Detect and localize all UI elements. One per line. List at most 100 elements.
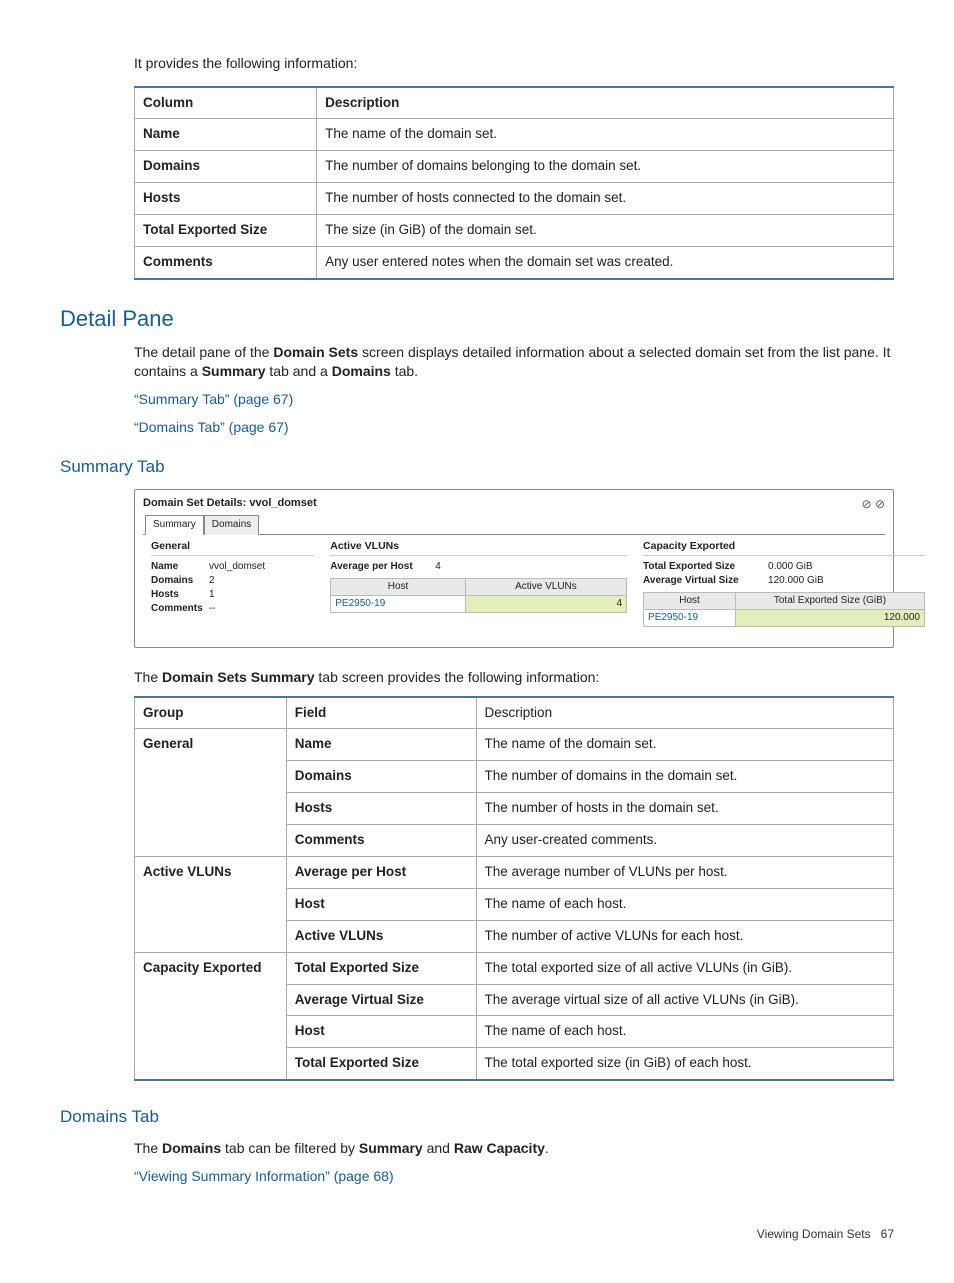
cell-desc: The name of each host. — [476, 1016, 893, 1048]
text-bold: Domains — [332, 363, 391, 379]
cell-value: 120.000 — [736, 609, 925, 626]
cell-group: Capacity Exported — [135, 952, 287, 1080]
footer-page-number: 67 — [881, 1227, 894, 1241]
text: . — [545, 1140, 549, 1156]
cell-desc: The name of each host. — [476, 888, 893, 920]
cell-field: Name — [286, 729, 476, 761]
text-bold: Summary — [359, 1140, 423, 1156]
value: 0.000 GiB — [768, 560, 812, 574]
cell-group: General — [135, 729, 287, 857]
header-description: Description — [476, 697, 893, 729]
header-field: Field — [286, 697, 476, 729]
detail-pane-paragraph: The detail pane of the Domain Sets scree… — [134, 343, 894, 382]
summary-table-intro: The Domain Sets Summary tab screen provi… — [134, 668, 894, 688]
cell-desc: The number of domains in the domain set. — [476, 761, 893, 793]
text: tab and a — [266, 363, 332, 379]
cell-group: Active VLUNs — [135, 857, 287, 953]
capacity-exported-panel: Capacity Exported Total Exported Size0.0… — [635, 539, 933, 627]
th-host[interactable]: Host — [331, 578, 466, 595]
cell-desc: Any user entered notes when the domain s… — [317, 247, 894, 279]
header-column: Column — [135, 87, 317, 119]
general-panel: General Namevvol_domset Domains2 Hosts1 … — [143, 539, 322, 627]
tab-summary[interactable]: Summary — [145, 515, 204, 535]
value: vvol_domset — [209, 560, 265, 574]
label: Total Exported Size — [643, 560, 768, 574]
header-group: Group — [135, 697, 287, 729]
cell-desc: The total exported size (in GiB) of each… — [476, 1048, 893, 1080]
intro-text: It provides the following information: — [134, 54, 894, 74]
table-header-row: Group Field Description — [135, 697, 894, 729]
collapse-up-icon[interactable]: ⊘ — [862, 497, 872, 511]
host-link[interactable]: PE2950-19 — [644, 609, 736, 626]
cell-col: Name — [135, 119, 317, 151]
tab-domains[interactable]: Domains — [204, 515, 259, 535]
cell-desc: The name of the domain set. — [476, 729, 893, 761]
host-link[interactable]: PE2950-19 — [331, 595, 466, 612]
active-vluns-title: Active VLUNs — [330, 539, 627, 556]
cell-field: Active VLUNs — [286, 920, 476, 952]
cell-field: Total Exported Size — [286, 952, 476, 984]
cell-field: Domains — [286, 761, 476, 793]
capacity-exported-title: Capacity Exported — [643, 539, 925, 556]
cell-desc: The number of domains belonging to the d… — [317, 151, 894, 183]
value: 2 — [209, 574, 215, 588]
table-row: Name The name of the domain set. — [135, 119, 894, 151]
table-row: Domains The number of domains belonging … — [135, 151, 894, 183]
cell-col: Comments — [135, 247, 317, 279]
tab-bar: Summary Domains — [143, 515, 885, 535]
domains-tab-paragraph: The Domains tab can be filtered by Summa… — [134, 1139, 894, 1159]
cell-desc: The name of the domain set. — [317, 119, 894, 151]
cell-field: Average Virtual Size — [286, 984, 476, 1016]
text: tab screen provides the following inform… — [315, 669, 600, 685]
summary-tab-heading: Summary Tab — [60, 455, 894, 479]
cell-col: Total Exported Size — [135, 215, 317, 247]
viewing-summary-link[interactable]: “Viewing Summary Information” (page 68) — [134, 1168, 394, 1184]
cell-field: Total Exported Size — [286, 1048, 476, 1080]
cell-col: Domains — [135, 151, 317, 183]
page-footer: Viewing Domain Sets 67 — [60, 1226, 894, 1243]
cell-col: Hosts — [135, 183, 317, 215]
text: The detail pane of the — [134, 344, 273, 360]
th-host[interactable]: Host — [644, 592, 736, 609]
th-total-exported-size[interactable]: Total Exported Size (GiB) — [736, 592, 925, 609]
label: Hosts — [151, 588, 209, 602]
table-row: Capacity Exported Total Exported Size Th… — [135, 952, 894, 984]
value: 1 — [209, 588, 215, 602]
text-bold: Summary — [202, 363, 266, 379]
detail-pane-heading: Detail Pane — [60, 304, 894, 335]
summary-fields-table: Group Field Description General Name The… — [134, 696, 894, 1082]
table-row: General Name The name of the domain set. — [135, 729, 894, 761]
value: 4 — [435, 560, 441, 574]
cell-desc: The size (in GiB) of the domain set. — [317, 215, 894, 247]
th-active-vluns[interactable]: Active VLUNs — [465, 578, 626, 595]
capacity-exported-table: HostTotal Exported Size (GiB) PE2950-191… — [643, 592, 925, 627]
cell-desc: The number of hosts in the domain set. — [476, 793, 893, 825]
text: The — [134, 669, 162, 685]
collapse-down-icon[interactable]: ⊘ — [875, 497, 885, 511]
label: Comments — [151, 602, 209, 616]
table-row: Hosts The number of hosts connected to t… — [135, 183, 894, 215]
text-bold: Domain Sets Summary — [162, 669, 315, 685]
cell-desc: The total exported size of all active VL… — [476, 952, 893, 984]
panel-title: Domain Set Details: vvol_domset — [143, 496, 885, 511]
cell-value: 4 — [465, 595, 626, 612]
cell-field: Host — [286, 1016, 476, 1048]
summary-tab-screenshot: ⊘ ⊘ Domain Set Details: vvol_domset Summ… — [134, 489, 894, 648]
general-panel-title: General — [151, 539, 314, 556]
text: tab can be filtered by — [221, 1140, 359, 1156]
summary-tab-link[interactable]: “Summary Tab” (page 67) — [134, 391, 293, 407]
domains-tab-heading: Domains Tab — [60, 1105, 894, 1129]
text: tab. — [391, 363, 418, 379]
text-bold: Domains — [162, 1140, 221, 1156]
header-description: Description — [317, 87, 894, 119]
table-row: Active VLUNs Average per Host The averag… — [135, 857, 894, 889]
label: Domains — [151, 574, 209, 588]
column-description-table: Column Description Name The name of the … — [134, 86, 894, 280]
table-row: Total Exported Size The size (in GiB) of… — [135, 215, 894, 247]
cell-field: Average per Host — [286, 857, 476, 889]
cell-desc: The number of hosts connected to the dom… — [317, 183, 894, 215]
domains-tab-link[interactable]: “Domains Tab” (page 67) — [134, 419, 289, 435]
cell-field: Hosts — [286, 793, 476, 825]
text: The — [134, 1140, 162, 1156]
cell-desc: The average number of VLUNs per host. — [476, 857, 893, 889]
